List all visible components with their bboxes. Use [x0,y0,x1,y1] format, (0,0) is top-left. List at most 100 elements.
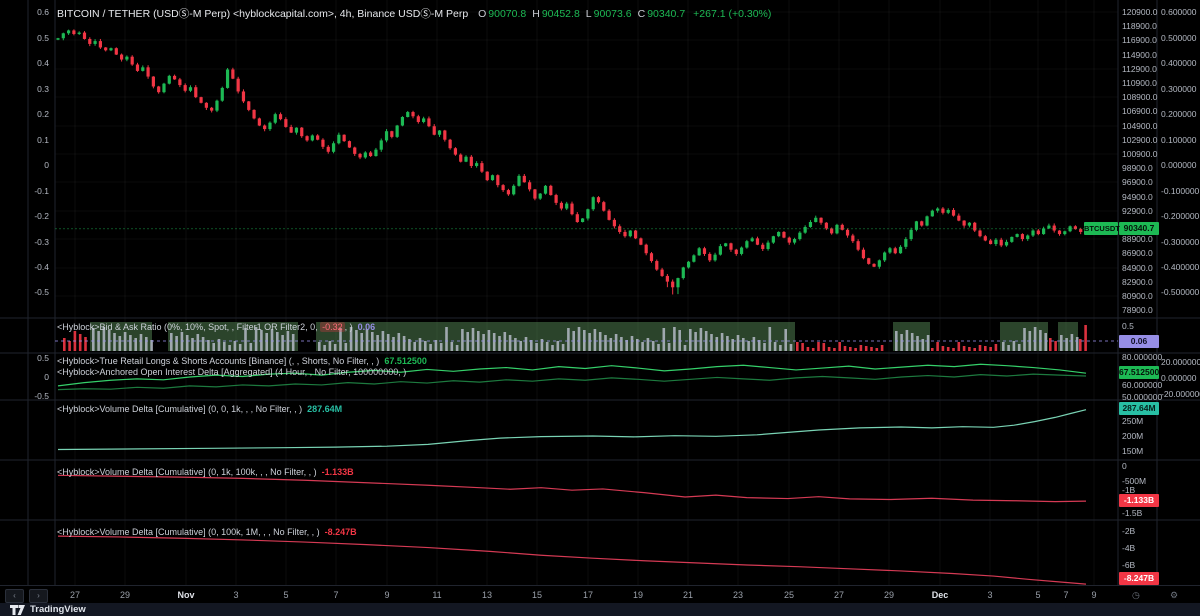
axis-tick-label: 20.000000 [1161,357,1200,367]
change-value: +267.1 (+0.30%) [693,8,771,20]
axis-tick-label: 0.600000 [1161,7,1196,17]
axis-tick-label: -0.100000 [1161,186,1199,196]
axis-tick-label: -0.1 [34,186,49,196]
bid-ask-value: 0.06 [358,322,376,332]
tradingview-logo-icon[interactable] [10,605,25,615]
axis-tick-label: 200M [1122,431,1143,441]
price-axis-badge: -8.247B [1119,572,1159,585]
low-value: 90073.6 [594,8,632,20]
indicator-label-volume-delta-1m[interactable]: <Hyblock>Volume Delta [Cumulative] (0, 1… [57,527,357,537]
time-tick-label: 7 [333,590,338,600]
time-tick-label: 27 [834,590,844,600]
alert-threshold-chip: -0.32 [320,322,345,332]
axis-tick-label: 80.000000 [1122,352,1162,362]
price-axis-badge: 0.06 [1119,335,1159,348]
axis-tick-label: 0.100000 [1161,135,1196,145]
axis-tick-label: 116900.0 [1122,35,1157,45]
indicator-label-anchored-oi[interactable]: <Hyblock>Anchored Open Interest Delta [A… [57,367,406,377]
footer-bar: TradingView [0,603,1200,616]
axis-tick-label: -0.5 [34,391,49,401]
time-tick-label: 17 [583,590,593,600]
time-axis[interactable]: 2729Nov357911131517192123252729Dec3579 [0,585,1200,604]
high-value: 90452.8 [542,8,580,20]
axis-tick-label: 0.000000 [1161,160,1196,170]
time-tick-label: 7 [1063,590,1068,600]
axis-tick-label: 98900.0 [1122,163,1153,173]
axis-tick-label: 80900.0 [1122,291,1153,301]
axis-tick-label: 0.1 [37,135,49,145]
axis-tick-label: -4B [1122,543,1135,553]
axis-tick-label: 114900.0 [1122,50,1157,60]
time-axis-button-right[interactable]: › [29,589,48,603]
axis-tick-label: 0 [44,372,49,382]
time-tick-label: 29 [120,590,130,600]
axis-tick-label: 100900.0 [1122,149,1157,159]
axis-tick-label: 102900.0 [1122,135,1157,145]
axis-tick-label: 0.3 [37,84,49,94]
left-price-scale[interactable]: 0.60.50.40.30.20.10-0.1-0.2-0.3-0.4-0.50… [0,0,55,585]
axis-tick-label: 60.000000 [1122,380,1162,390]
time-tick-label: 19 [633,590,643,600]
tradingview-logo-text[interactable]: TradingView [30,604,86,615]
axis-tick-label: -0.5 [34,287,49,297]
price-axis-badge: 67.512500 [1119,366,1159,379]
time-axis-button-left[interactable]: ‹ [5,589,24,603]
price-axis-badge: -1.133B [1119,494,1159,507]
axis-tick-label: 112900.0 [1122,64,1157,74]
volume-delta-1m-value: -8.247B [325,527,357,537]
time-tick-label: 21 [683,590,693,600]
axis-tick-label: 0 [1122,461,1127,471]
axis-tick-label: 110900.0 [1122,78,1157,88]
axis-tick-label: -0.200000 [1161,211,1199,221]
time-tick-label: 25 [784,590,794,600]
axis-tick-label: 0.6 [37,7,49,17]
axis-tick-label: -0.500000 [1161,287,1199,297]
close-value: 90340.7 [647,8,685,20]
indicator-label-bid-ask-ratio[interactable]: <Hyblock>Bid & Ask Ratio (0%, 10%, Spot,… [57,322,375,332]
axis-tick-label: 78900.0 [1122,305,1153,315]
axis-tick-label: 0.2 [37,109,49,119]
axis-tick-label: 0.500000 [1161,33,1196,43]
axis-tick-label: -0.400000 [1161,262,1199,272]
axis-tick-label: 0.4 [37,58,49,68]
axis-tick-label: -2B [1122,526,1135,536]
right-price-scale[interactable]: 120900.0 118900.0 116900.0 114900.0 112900.0… [1118,0,1200,585]
axis-tick-label: -0.300000 [1161,237,1199,247]
scale-clock-icon[interactable]: ◷ [1132,590,1140,601]
time-tick-label: 27 [70,590,80,600]
price-axis-badge: 287.64M [1119,402,1159,415]
axis-tick-label: 118900.0 [1122,21,1157,31]
axis-tick-label: 96900.0 [1122,177,1153,187]
time-tick-label: 3 [233,590,238,600]
axis-tick-label: 250M [1122,416,1143,426]
axis-tick-label: 120900.0 [1122,7,1157,17]
symbol-legend[interactable]: BITCOIN / TETHER (USDⓈ-M Perp) <hyblockc… [57,6,777,21]
axis-tick-label: 86900.0 [1122,248,1153,258]
time-tick-label: 13 [482,590,492,600]
indicator-label-volume-delta-1k[interactable]: <Hyblock>Volume Delta [Cumulative] (0, 0… [57,404,342,414]
time-tick-label: 23 [733,590,743,600]
time-tick-label: 3 [987,590,992,600]
axis-tick-label: 0.200000 [1161,109,1196,119]
last-price-symbol-flag: BTCUSDT [1084,222,1118,235]
time-tick-label: 5 [283,590,288,600]
axis-tick-label: 88900.0 [1122,234,1153,244]
time-tick-label: 9 [1091,590,1096,600]
axis-tick-label: 108900.0 [1122,92,1157,102]
volume-delta-1k-value: 287.64M [307,404,342,414]
time-tick-label: 9 [384,590,389,600]
time-tick-label: Nov [177,590,194,600]
indicator-label-true-retail[interactable]: <Hyblock>True Retail Longs & Shorts Acco… [57,356,427,366]
axis-tick-label: 150M [1122,446,1143,456]
axis-tick-label: 0 [44,160,49,170]
true-retail-value: 67.512500 [384,356,427,366]
axis-tick-label: -0.3 [34,237,49,247]
symbol-title: BITCOIN / TETHER (USDⓈ-M Perp) <hyblockc… [57,8,468,20]
time-tick-label: 11 [432,590,441,600]
chart-canvas[interactable] [0,0,1200,616]
axis-tick-label: -0.4 [34,262,49,272]
indicator-label-volume-delta-100k[interactable]: <Hyblock>Volume Delta [Cumulative] (0, 1… [57,467,354,477]
volume-delta-100k-value: -1.133B [322,467,354,477]
axis-tick-label: 0.400000 [1161,58,1196,68]
scale-settings-icon[interactable]: ⚙ [1170,590,1178,601]
